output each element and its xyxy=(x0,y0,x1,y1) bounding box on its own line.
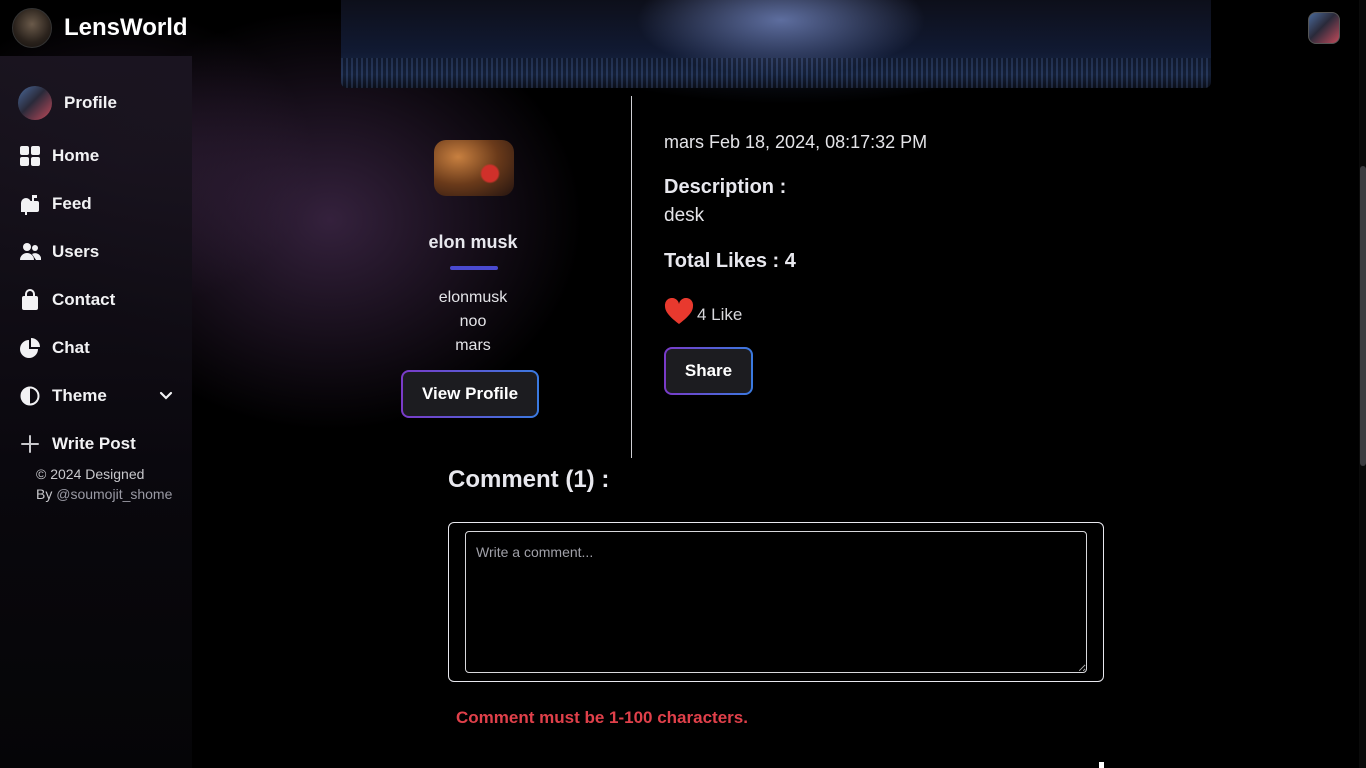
avatar xyxy=(18,86,52,120)
description-heading: Description : xyxy=(664,176,787,198)
top-bar: LensWorld xyxy=(0,0,1366,56)
comment-heading: Comment (1) : xyxy=(448,466,610,493)
plus-icon xyxy=(18,432,42,456)
share-button[interactable]: Share xyxy=(664,347,753,395)
brand-name: LensWorld xyxy=(64,14,188,41)
sidebar-item-label: Write Post xyxy=(52,434,136,453)
brand-logo xyxy=(12,8,52,48)
sidebar-item-label: Home xyxy=(52,146,100,165)
author-post-thumbnail xyxy=(434,140,514,196)
text-cursor xyxy=(1099,762,1104,768)
sidebar-item-home[interactable]: Home xyxy=(18,144,99,168)
sidebar-item-profile[interactable]: Profile xyxy=(18,86,117,120)
like-count-text: 4 Like xyxy=(697,304,743,324)
author-name: elon musk xyxy=(428,232,518,252)
mailbox-icon xyxy=(18,192,42,216)
sidebar-item-label: Theme xyxy=(52,386,107,405)
sidebar-item-theme[interactable]: Theme xyxy=(18,384,178,408)
copyright-text: © 2024 Designed xyxy=(36,466,145,482)
sidebar-item-write-post[interactable]: Write Post xyxy=(18,432,136,456)
sidebar-item-label: Users xyxy=(52,242,100,261)
chevron-down-icon[interactable] xyxy=(158,388,174,409)
sidebar-item-users[interactable]: Users xyxy=(18,240,99,264)
sidebar-item-chat[interactable]: Chat xyxy=(18,336,90,360)
author-username: elonmusk xyxy=(438,289,508,306)
sidebar-item-feed[interactable]: Feed xyxy=(18,192,92,216)
vertical-divider xyxy=(631,96,632,458)
comment-error-message: Comment must be 1-100 characters. xyxy=(456,708,748,727)
brand[interactable]: LensWorld xyxy=(12,8,188,48)
users-icon xyxy=(18,240,42,264)
view-profile-button[interactable]: View Profile xyxy=(401,370,539,418)
scrollbar-thumb[interactable] xyxy=(1360,166,1366,466)
grid-icon xyxy=(18,144,42,168)
pie-chart-icon xyxy=(18,336,42,360)
by-text: By xyxy=(36,486,53,502)
author-bio: noo xyxy=(459,313,487,330)
heart-icon[interactable] xyxy=(664,297,694,331)
shopping-bag-icon xyxy=(18,288,42,312)
comment-form xyxy=(448,522,1104,682)
post-location-date: mars Feb 18, 2024, 08:17:32 PM xyxy=(664,132,928,152)
sidebar-item-label: Feed xyxy=(52,194,92,213)
author-handle-link[interactable]: @soumojit_shome xyxy=(56,486,172,502)
name-underline xyxy=(450,266,498,270)
comment-input[interactable] xyxy=(465,531,1087,673)
sidebar-footer: © 2024 Designed By @soumojit_shome xyxy=(36,464,172,504)
sidebar-item-label: Contact xyxy=(52,290,116,309)
sidebar-item-contact[interactable]: Contact xyxy=(18,288,115,312)
user-avatar-button[interactable] xyxy=(1308,12,1340,44)
sidebar-item-label: Chat xyxy=(52,338,90,357)
half-circle-icon xyxy=(18,384,42,408)
post-description: desk xyxy=(664,205,705,226)
like-control[interactable]: 4 Like xyxy=(664,297,743,331)
sidebar-item-label: Profile xyxy=(64,93,117,112)
total-likes: Total Likes : 4 xyxy=(664,250,796,272)
author-location: mars xyxy=(455,337,491,354)
